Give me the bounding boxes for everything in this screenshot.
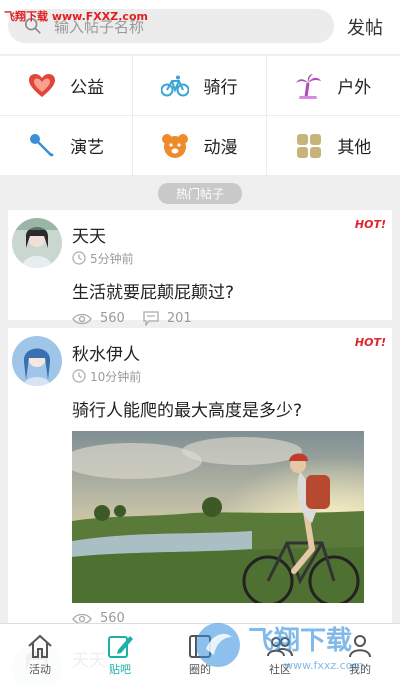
tab-activity[interactable]: 活动 [0,624,80,685]
bottom-tab-bar: 活动 贴吧 圈的 社区 我的 [0,623,400,685]
category-anime[interactable]: 动漫 [133,116,267,176]
category-charity[interactable]: 公益 [0,56,134,116]
home-icon [28,634,52,658]
avatar[interactable] [12,336,62,386]
bicycle-icon [161,72,190,100]
category-cycling[interactable]: 骑行 [133,56,267,116]
category-other[interactable]: 其他 [266,116,400,176]
views-stat: 560 [72,311,125,326]
comments-stat[interactable]: 201 [143,311,192,326]
section-title: 热门帖子 [157,183,242,204]
category-grid: 公益 骑行 户外 演艺 动漫 其他 [0,56,400,176]
category-label: 演艺 [70,138,105,158]
post-time: 10分钟前 [72,366,376,386]
post-stats: 560 201 [72,311,376,326]
user-icon [349,634,371,657]
category-label: 户外 [337,78,372,98]
post-time: 5分钟前 [72,248,376,268]
category-performance[interactable]: 演艺 [0,116,134,176]
views-count: 560 [100,311,125,326]
tab-circle[interactable]: 圈的 [160,624,240,685]
hot-badge: HOT! [354,218,386,231]
avatar[interactable] [12,218,62,268]
category-label: 动漫 [203,138,238,158]
post-time-text: 10分钟前 [90,369,142,384]
tab-profile[interactable]: 我的 [320,624,400,685]
post-title[interactable]: 生活就要屁颠屁颠过? [72,278,376,303]
tab-forum[interactable]: 贴吧 [80,624,160,685]
grid-icon [295,132,323,160]
clock-icon [72,369,86,383]
tab-community[interactable]: 社区 [240,624,320,685]
watermark-top: 飞翔下载 www.FXXZ.com [4,10,148,23]
post-card[interactable]: HOT! 天天 5分钟前 生活就要屁颠屁颠过? 560 201 [8,210,392,326]
post-username: 天天 [72,227,106,247]
post-title[interactable]: 骑行人能爬的最大高度是多少? [72,396,376,421]
bear-icon [161,132,189,160]
category-outdoor[interactable]: 户外 [266,56,400,116]
eye-icon [72,313,92,324]
edit-icon [108,635,133,658]
post-username: 秋水伊人 [72,345,140,365]
post-card[interactable]: HOT! 秋水伊人 10分钟前 骑行人能爬的最大高度是多少? 560 [8,328,392,626]
category-label: 骑行 [203,78,238,98]
post-image[interactable] [72,431,364,603]
microphone-icon [28,132,56,160]
category-label: 其他 [337,138,372,158]
clock-icon [72,251,86,265]
hot-badge: HOT! [354,336,386,349]
post-time-text: 5分钟前 [90,251,134,266]
people-icon [267,636,293,656]
book-icon [189,634,211,658]
tab-label: 贴吧 [109,662,131,676]
section-header: 热门帖子 [0,176,400,210]
new-post-button[interactable]: 发帖 [338,14,392,40]
tab-label: 圈的 [189,662,211,676]
tab-label: 社区 [269,662,291,676]
tab-label: 活动 [29,662,51,676]
comments-count: 201 [166,311,192,326]
comment-icon [143,311,159,326]
heart-icon [28,72,56,100]
palm-tree-icon [295,72,323,100]
category-label: 公益 [70,78,105,98]
tab-label: 我的 [349,662,371,676]
